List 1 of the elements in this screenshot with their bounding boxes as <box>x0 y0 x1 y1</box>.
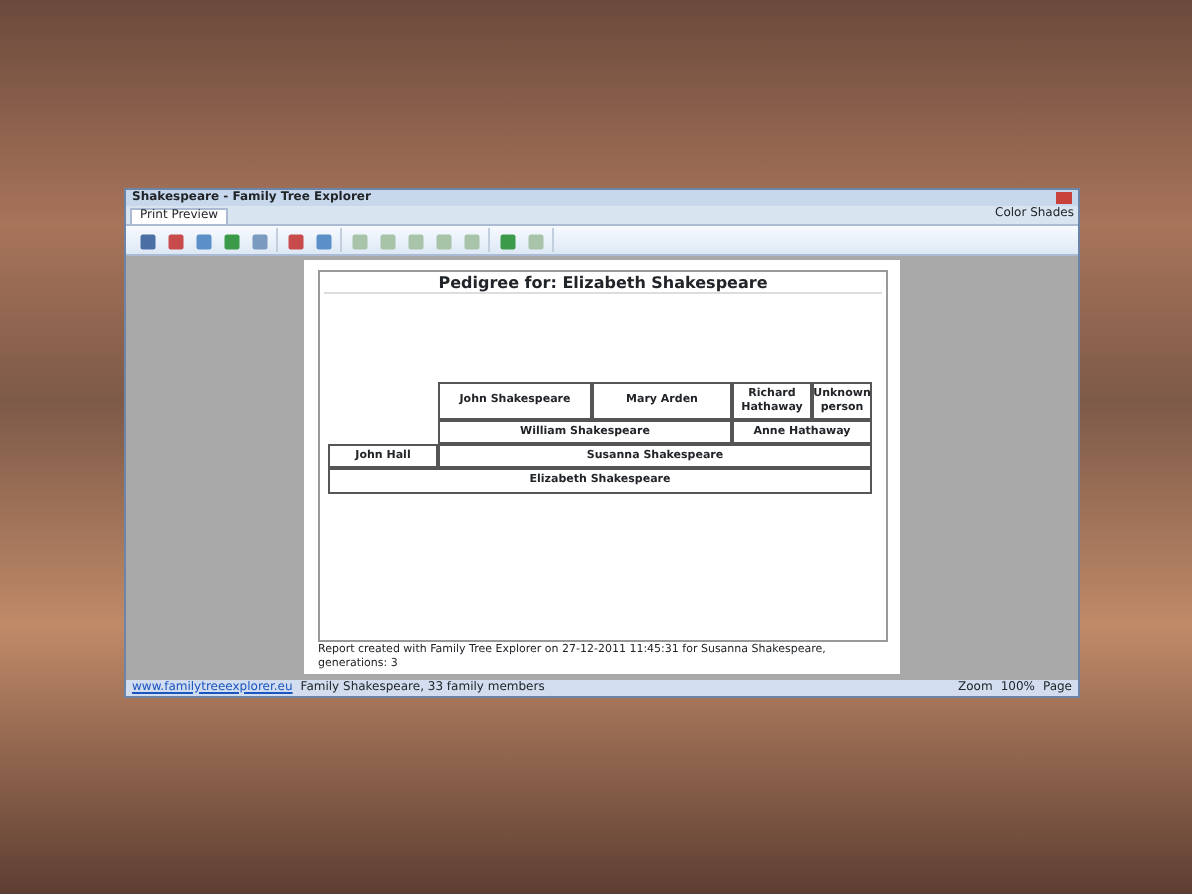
document-title: Pedigree for: Elizabeth Shakespeare <box>324 274 882 295</box>
